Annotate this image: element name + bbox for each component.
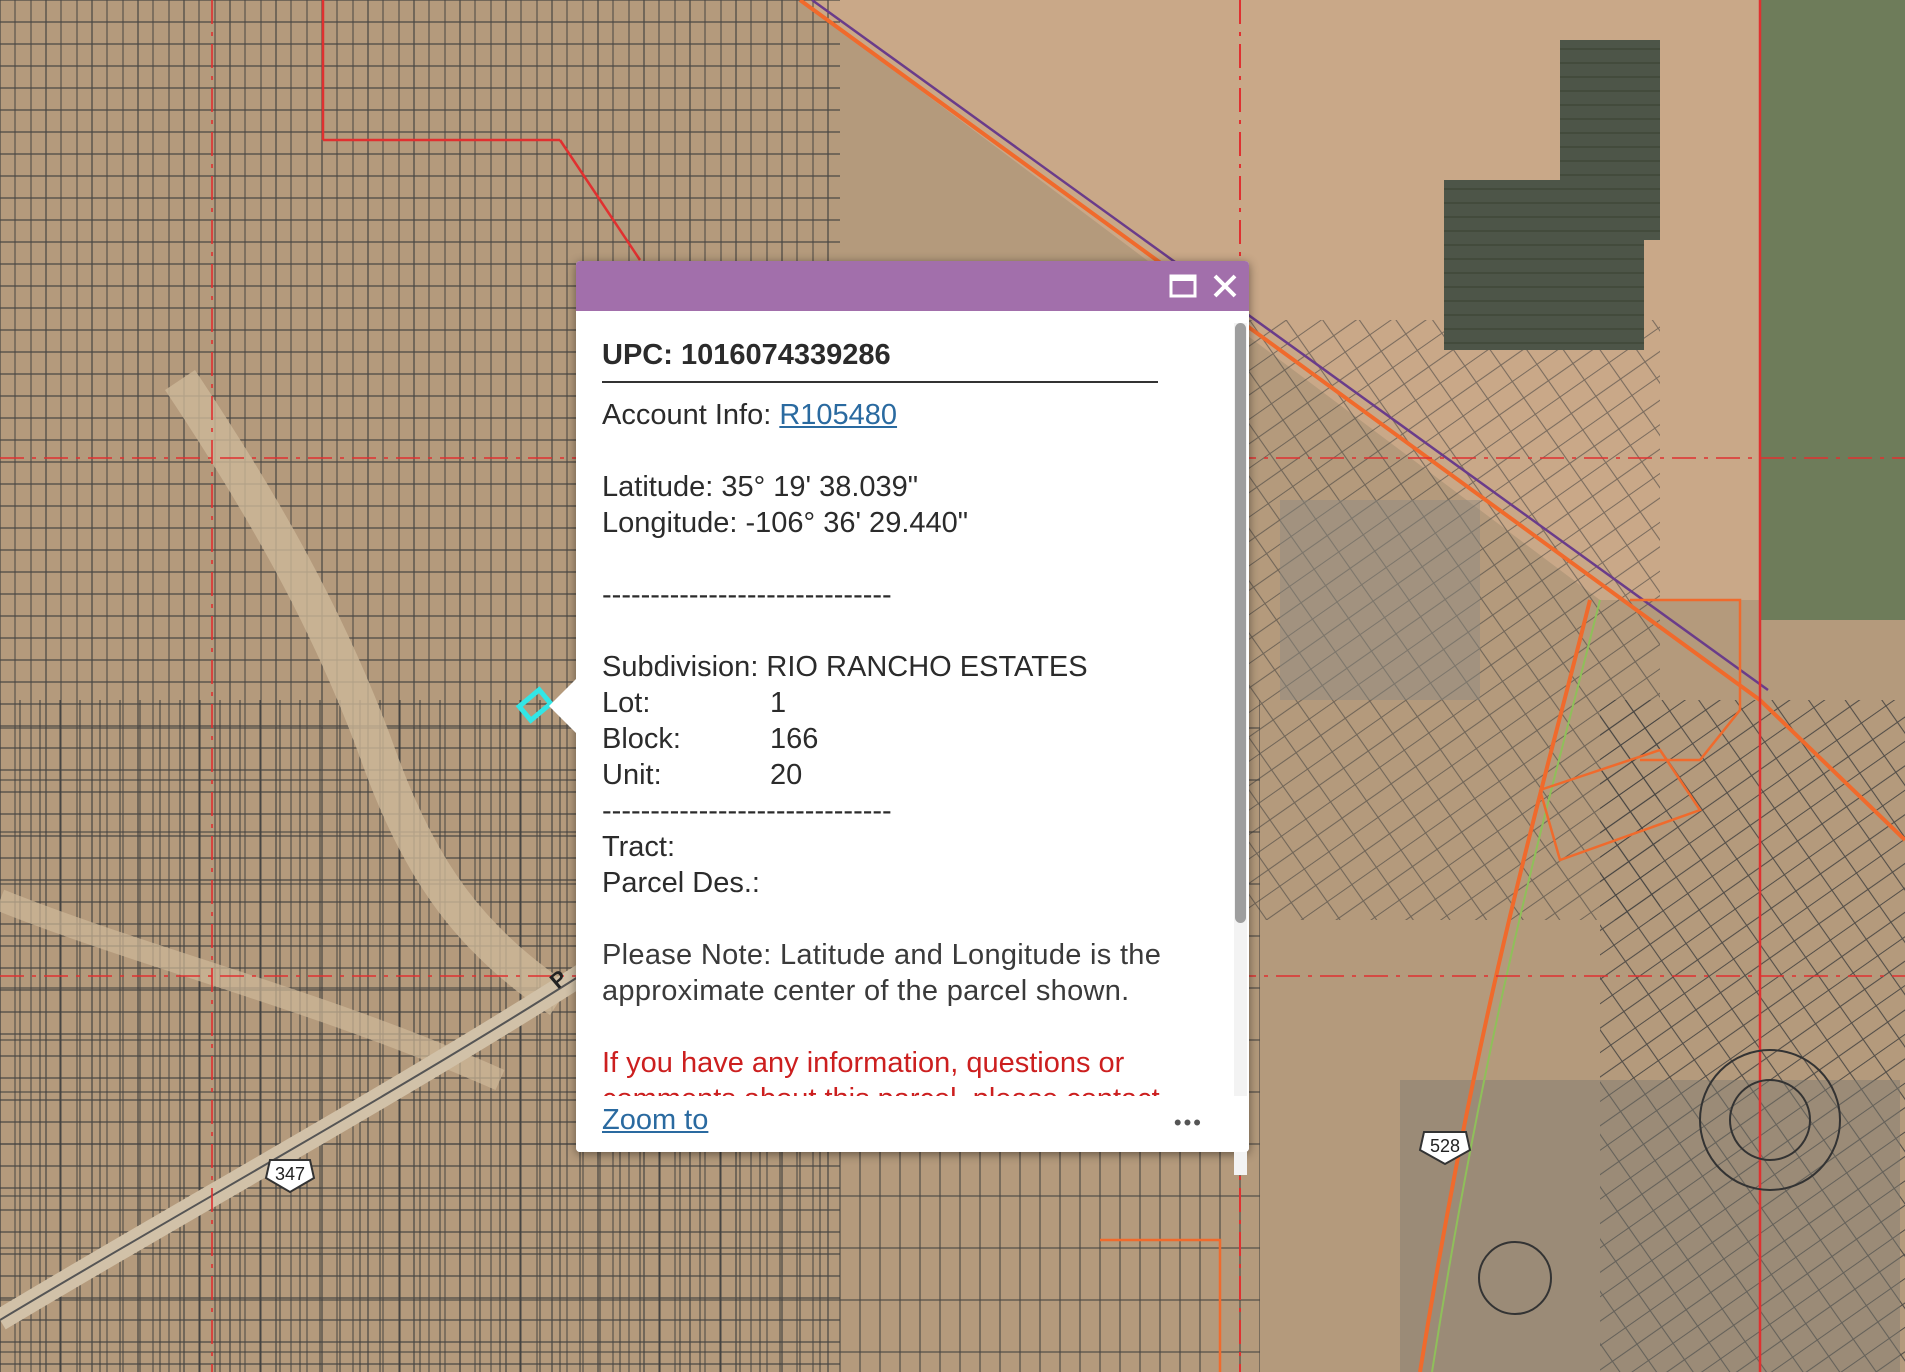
popup-header (576, 261, 1249, 311)
contact-line-1: If you have any information, questions o… (602, 1047, 1125, 1079)
popup-scrollbar[interactable] (1234, 323, 1247, 1175)
unit-row: Unit: 20 (602, 757, 1162, 793)
account-info-label: Account Info: (602, 399, 780, 431)
account-info-row: Account Info: R105480 (602, 397, 1162, 433)
scrollbar-thumb[interactable] (1235, 323, 1246, 923)
zoom-to-link[interactable]: Zoom to (602, 1104, 708, 1137)
lot-value: 1 (770, 687, 787, 719)
separator-line: ------------------------------ (602, 795, 892, 827)
svg-text:528: 528 (1430, 1136, 1460, 1156)
subdivision-text: Subdivision: RIO RANCHO ESTATES (602, 651, 1088, 683)
upc-title: UPC: 1016074339286 (602, 339, 891, 371)
unit-value: 20 (770, 759, 803, 791)
popup-footer: Zoom to ••• (576, 1096, 1249, 1152)
latitude-text: Latitude: 35° 19' 38.039" (602, 471, 919, 503)
block-value: 166 (770, 723, 819, 755)
lot-row: Lot: 1 (602, 685, 1162, 721)
unit-label: Unit: (602, 759, 662, 791)
block-row: Block: 166 (602, 721, 1162, 757)
contact-line-2: comments about this parcel, please conta… (602, 1081, 1162, 1096)
block-label: Block: (602, 723, 681, 755)
account-link[interactable]: R105480 (779, 399, 897, 431)
title-divider (602, 381, 1158, 383)
note-line-1: Please Note: Latitude and Longitude is t… (602, 939, 1162, 971)
popup-pointer (549, 679, 576, 733)
close-button[interactable] (1209, 271, 1241, 301)
maximize-button[interactable] (1167, 271, 1199, 301)
more-actions-button[interactable]: ••• (1174, 1110, 1203, 1136)
note-line-2: approximate center of the parcel shown. (602, 975, 1130, 1007)
parcel-info-popup: UPC: 1016074339286 Account Info: R105480… (549, 261, 1249, 1175)
parcel-des-text: Parcel Des.: (602, 867, 760, 899)
separator-line: ------------------------------ (602, 579, 892, 611)
longitude-text: Longitude: -106° 36' 29.440" (602, 507, 969, 539)
maximize-icon (1169, 274, 1197, 298)
svg-text:347: 347 (275, 1164, 305, 1184)
popup-body[interactable]: UPC: 1016074339286 Account Info: R105480… (576, 311, 1249, 1096)
tract-text: Tract: (602, 831, 676, 863)
close-icon (1213, 274, 1237, 298)
lot-label: Lot: (602, 687, 651, 719)
